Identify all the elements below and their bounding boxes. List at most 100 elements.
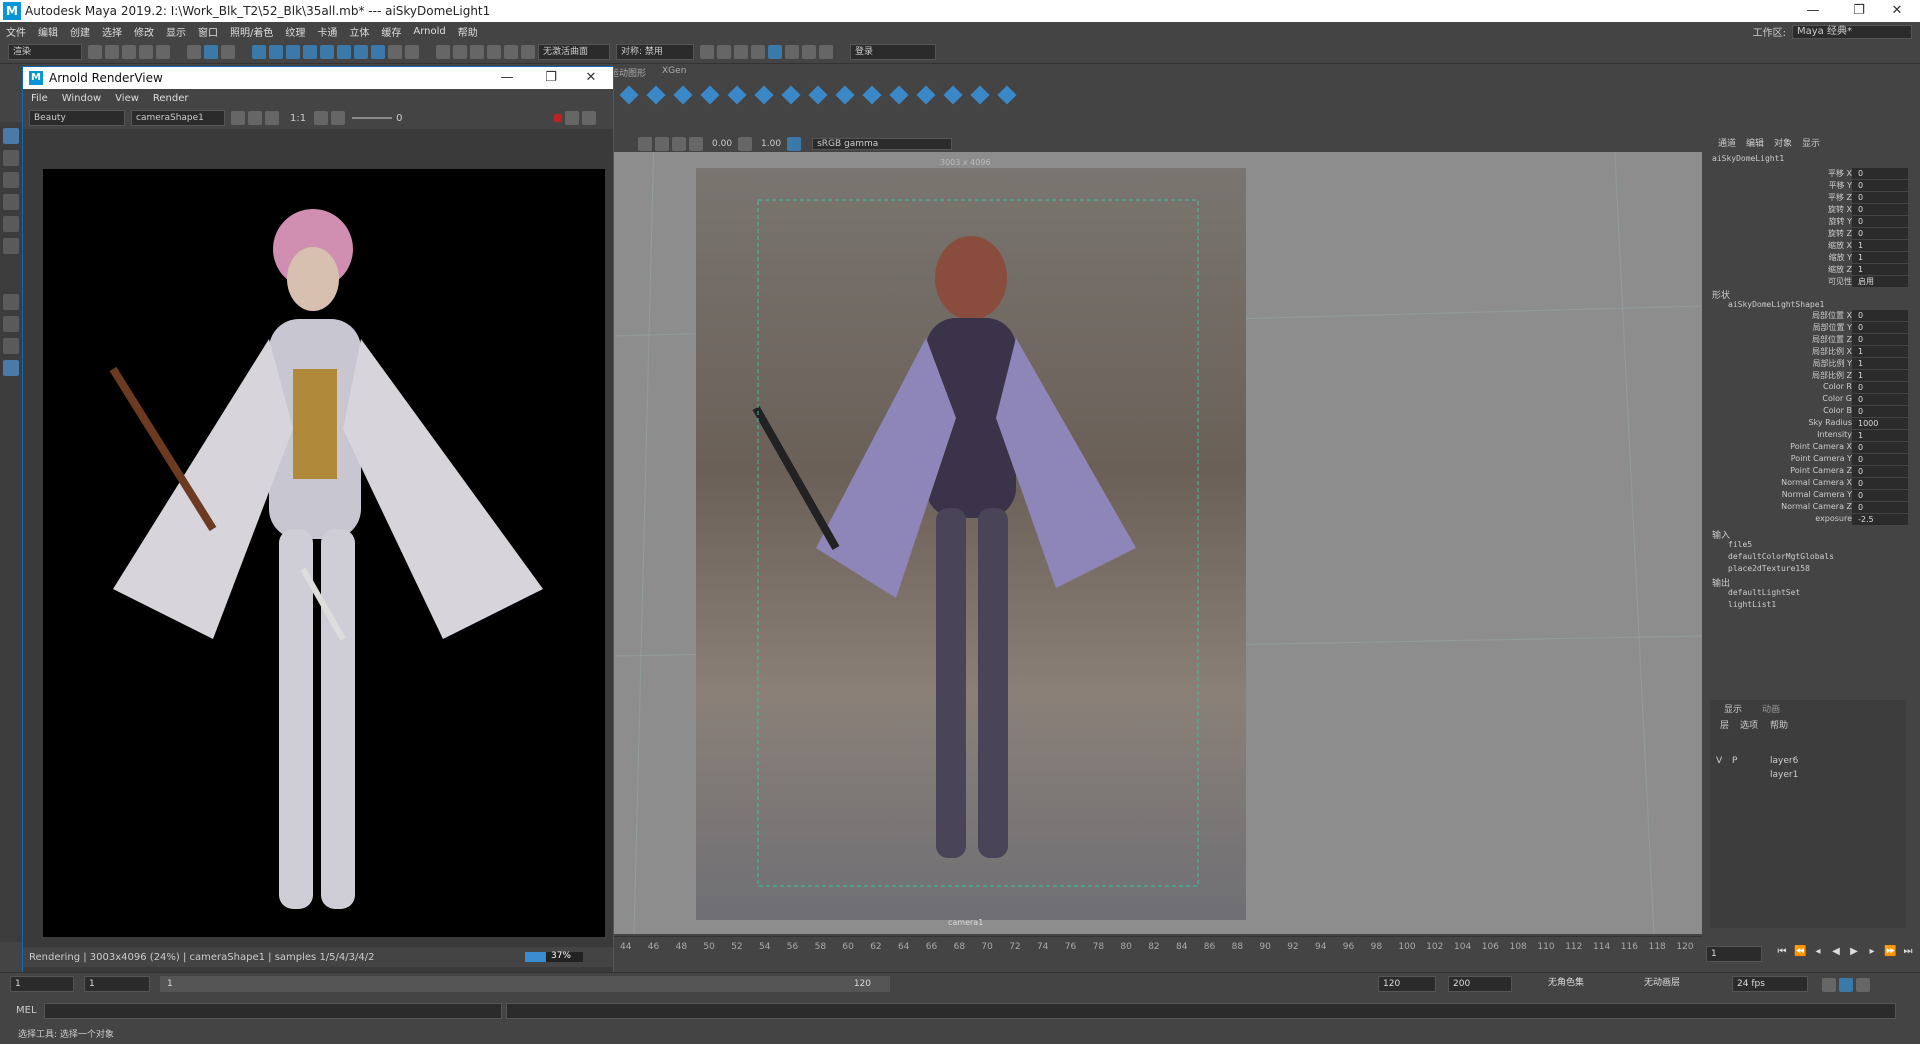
layer-visibility-toggle[interactable]: V xyxy=(1716,756,1732,766)
undo-icon[interactable] xyxy=(139,44,153,59)
play-forwards-icon[interactable]: ▶ xyxy=(1848,946,1860,958)
debug-shading-icon[interactable] xyxy=(565,111,580,125)
cb-attr-row[interactable]: 局部位置 X0 xyxy=(1708,310,1908,322)
cb-attr-row[interactable]: Point Camera X0 xyxy=(1708,442,1908,454)
cb-shape-node-name[interactable]: aiSkyDomeLightShape1 xyxy=(1728,300,1824,309)
cb-attr-row[interactable]: Color B0 xyxy=(1708,406,1908,418)
fps-dropdown[interactable]: 24 fps xyxy=(1732,976,1808,992)
mel-label[interactable]: MEL xyxy=(16,1005,37,1016)
cb-attr-value[interactable]: 0 xyxy=(1852,228,1908,239)
select-hierarchy-icon[interactable] xyxy=(187,44,201,59)
cb-attr-row[interactable]: Point Camera Z0 xyxy=(1708,466,1908,478)
minimize-button[interactable]: — xyxy=(1790,0,1836,22)
four-view-layout-icon[interactable] xyxy=(3,316,19,332)
playback-start-field[interactable]: 1 xyxy=(84,976,150,992)
cb-attr-row[interactable]: 局部比例 Y1 xyxy=(1708,358,1908,370)
shelf-tool-icon[interactable] xyxy=(619,85,639,105)
shelf-tool-icon[interactable] xyxy=(754,85,774,105)
cb-attr-row[interactable]: Point Camera Y0 xyxy=(1708,454,1908,466)
mask-handles-icon[interactable] xyxy=(269,44,283,59)
play-backwards-icon[interactable]: ◀ xyxy=(1830,946,1842,958)
select-component-icon[interactable] xyxy=(221,44,235,59)
auto-key-icon[interactable] xyxy=(1839,978,1853,992)
cb-input-node[interactable]: defaultColorMgtGlobals xyxy=(1728,552,1834,561)
redo-icon[interactable] xyxy=(156,44,170,59)
cb-attr-value[interactable]: 1 xyxy=(1852,430,1908,441)
cb-attr-row[interactable]: Normal Camera Y0 xyxy=(1708,490,1908,502)
persp-outliner-layout-icon[interactable] xyxy=(3,338,19,354)
cb-attr-value[interactable]: -2.5 xyxy=(1852,514,1908,525)
close-button[interactable]: ✕ xyxy=(1874,0,1920,22)
stop-render-icon[interactable] xyxy=(554,114,563,122)
cb-attr-value[interactable]: 1 xyxy=(1852,264,1908,275)
cb-attr-row[interactable]: 局部位置 Y0 xyxy=(1708,322,1908,334)
shelf-tool-icon[interactable] xyxy=(673,85,693,105)
exposure-value[interactable]: 0 xyxy=(396,113,402,124)
move-tool-icon[interactable] xyxy=(3,194,19,210)
workspace-dropdown[interactable]: Maya 经典* xyxy=(1792,24,1912,39)
shelf-tool-icon[interactable] xyxy=(781,85,801,105)
step-back-key-icon[interactable]: ⏪ xyxy=(1794,946,1806,958)
cb-attr-row[interactable]: 局部比例 Z1 xyxy=(1708,370,1908,382)
cb-attr-row[interactable]: 缩放 Z1 xyxy=(1708,264,1908,276)
select-tool-icon[interactable] xyxy=(3,128,19,144)
persp-graph-layout-icon[interactable] xyxy=(3,360,19,376)
cb-attr-row[interactable]: Intensity 1 xyxy=(1708,430,1908,442)
current-frame-field[interactable]: 1 xyxy=(1706,946,1762,962)
playback-end-field[interactable]: 120 xyxy=(1378,976,1436,992)
cb-attr-value[interactable]: 0 xyxy=(1852,466,1908,477)
menu-select[interactable]: 选择 xyxy=(102,24,122,39)
menu-stereo[interactable]: 立体 xyxy=(349,24,369,39)
cb-attr-row[interactable]: 缩放 X1 xyxy=(1708,240,1908,252)
shelf-tool-icon[interactable] xyxy=(862,85,882,105)
snap-point-icon[interactable] xyxy=(470,44,484,59)
open-scene-icon[interactable] xyxy=(105,44,119,59)
cb-attr-row[interactable]: 平移 X0 xyxy=(1708,168,1908,180)
camera-dropdown[interactable]: cameraShape1 xyxy=(131,110,225,126)
exposure-icon[interactable] xyxy=(689,137,703,151)
exposure-slider[interactable] xyxy=(352,117,393,119)
cb-attr-value[interactable]: 0 xyxy=(1852,394,1908,405)
anim-layer-dropdown[interactable]: 无动画层 xyxy=(1640,976,1716,992)
cb-attr-value[interactable]: 0 xyxy=(1852,180,1908,191)
layer-tab-display[interactable]: 显示 xyxy=(1724,702,1742,715)
menu-window[interactable]: 窗口 xyxy=(198,24,218,39)
cb-attr-row[interactable]: 旋转 Z0 xyxy=(1708,228,1908,240)
cb-attr-value[interactable]: 0 xyxy=(1852,478,1908,489)
lock-selection-icon[interactable] xyxy=(388,44,402,59)
shelf-tab-xgen[interactable]: XGen xyxy=(662,66,686,79)
cb-attr-value[interactable]: 1000 xyxy=(1852,418,1908,429)
menu-modify[interactable]: 修改 xyxy=(134,24,154,39)
renderview-settings-icon[interactable] xyxy=(582,111,597,125)
cb-attr-row[interactable]: 局部位置 Z0 xyxy=(1708,334,1908,346)
mask-curves-icon[interactable] xyxy=(303,44,317,59)
highlight-selection-icon[interactable] xyxy=(405,44,419,59)
pause-viewport-icon[interactable] xyxy=(819,44,833,59)
cb-attr-value[interactable]: 0 xyxy=(1852,216,1908,227)
menu-arnold[interactable]: Arnold xyxy=(413,26,445,37)
cb-attr-row[interactable]: 缩放 Y1 xyxy=(1708,252,1908,264)
cb-attr-value[interactable]: 0 xyxy=(1852,310,1908,321)
step-forward-key-icon[interactable]: ⏩ xyxy=(1884,946,1896,958)
cb-output-node[interactable]: defaultLightSet xyxy=(1728,588,1800,597)
renderview-menu-file[interactable]: File xyxy=(31,93,48,104)
wireframe-icon[interactable] xyxy=(655,137,669,151)
cb-attr-value[interactable]: 0 xyxy=(1852,322,1908,333)
cb-attr-value[interactable]: 启用 xyxy=(1852,276,1908,287)
step-forward-frame-icon[interactable]: ▸ xyxy=(1866,946,1878,958)
menu-file[interactable]: 文件 xyxy=(6,24,26,39)
menu-set-dropdown[interactable]: 渲染 xyxy=(8,43,82,60)
layer-row[interactable]: V P layer6 xyxy=(1716,754,1902,768)
shelf-tool-icon[interactable] xyxy=(970,85,990,105)
new-scene-icon[interactable] xyxy=(88,44,102,59)
shelf-tool-icon[interactable] xyxy=(727,85,747,105)
select-object-icon[interactable] xyxy=(204,44,218,59)
range-slider[interactable]: 1 120 xyxy=(160,976,890,992)
shelf-tab-motion-graphics[interactable]: 运动图形 xyxy=(610,66,646,79)
layer-name[interactable]: layer6 xyxy=(1770,756,1798,766)
cb-menu-channels[interactable]: 通道 xyxy=(1718,136,1736,149)
cb-attr-row[interactable]: 旋转 Y0 xyxy=(1708,216,1908,228)
ipr-render-icon[interactable] xyxy=(734,44,748,59)
color-management-icon[interactable] xyxy=(787,137,802,151)
snap-projected-icon[interactable] xyxy=(487,44,501,59)
